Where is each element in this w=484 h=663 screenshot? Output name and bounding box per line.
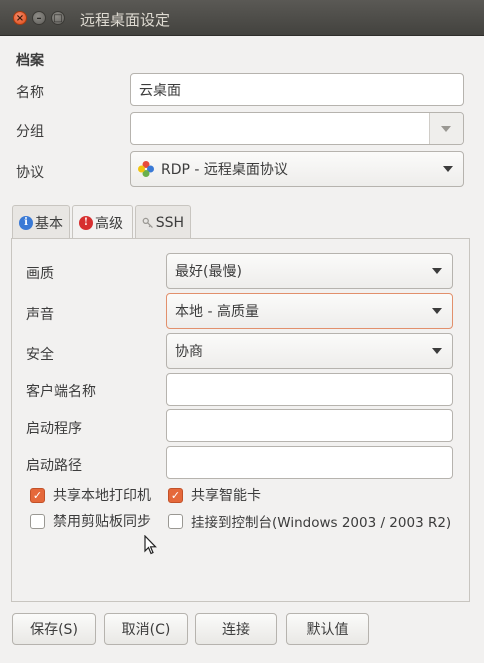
name-label: 名称: [16, 85, 44, 101]
group-combo-entry[interactable]: [130, 112, 464, 145]
checkbox-unchecked-icon: [168, 513, 183, 529]
chevron-down-icon: [443, 166, 453, 172]
maximize-icon[interactable]: □: [51, 11, 65, 25]
sound-select[interactable]: 本地 - 高质量: [166, 293, 453, 329]
client-name-input[interactable]: [166, 373, 453, 406]
disable-clipboard-checkbox[interactable]: 禁用剪贴板同步: [30, 511, 151, 531]
security-value: 协商: [175, 344, 203, 360]
minimize-icon[interactable]: –: [32, 11, 46, 25]
share-printer-label: 共享本地打印机: [53, 488, 151, 504]
quality-select[interactable]: 最好(最慢): [166, 253, 453, 289]
name-input[interactable]: 云桌面: [130, 73, 464, 106]
startup-path-input[interactable]: [166, 446, 453, 479]
close-icon[interactable]: ×: [13, 11, 27, 25]
info-icon: i: [19, 215, 33, 230]
connect-button[interactable]: 连接: [195, 613, 277, 645]
client-name-label: 客户端名称: [26, 384, 96, 400]
group-label: 分组: [16, 124, 44, 140]
chevron-down-icon: [432, 348, 442, 354]
profile-section-title: 档案: [16, 53, 44, 69]
protocol-label: 协议: [16, 165, 44, 181]
default-button[interactable]: 默认值: [286, 613, 369, 645]
chevron-down-icon: [432, 268, 442, 274]
tab-advanced-label: 高级: [95, 216, 123, 232]
share-printer-checkbox[interactable]: ✓ 共享本地打印机: [30, 485, 151, 505]
tab-advanced[interactable]: ! 高级: [72, 205, 133, 240]
checkbox-checked-icon: ✓: [30, 487, 45, 503]
startup-path-label: 启动路径: [26, 458, 82, 474]
sound-value: 本地 - 高质量: [175, 304, 259, 320]
mouse-cursor-icon: [144, 535, 157, 555]
attach-console-checkbox[interactable]: 挂接到控制台(Windows 2003 / 2003 R2): [168, 511, 451, 531]
checkbox-unchecked-icon: [30, 513, 45, 529]
attach-console-label: 挂接到控制台(Windows 2003 / 2003 R2): [191, 515, 452, 531]
share-smartcard-label: 共享智能卡: [191, 488, 261, 504]
quality-value: 最好(最慢): [175, 264, 242, 280]
tab-basic[interactable]: i 基本: [12, 205, 70, 239]
sound-label: 声音: [26, 307, 54, 323]
disable-clipboard-label: 禁用剪贴板同步: [53, 514, 151, 530]
chevron-down-icon: [441, 125, 451, 132]
security-select[interactable]: 协商: [166, 333, 453, 369]
save-button[interactable]: 保存(S): [12, 613, 96, 645]
group-dropdown-button[interactable]: [429, 113, 463, 144]
title-bar: × – □ 远程桌面设定: [0, 0, 484, 36]
checkbox-checked-icon: ✓: [168, 487, 183, 503]
protocol-value: RDP - 远程桌面协议: [161, 162, 288, 178]
rdp-protocol-icon: [138, 161, 154, 177]
protocol-select[interactable]: RDP - 远程桌面协议: [130, 151, 464, 187]
chevron-down-icon: [432, 308, 442, 314]
tab-basic-label: 基本: [35, 215, 63, 232]
tab-ssh[interactable]: SSH: [135, 205, 191, 239]
startup-program-label: 启动程序: [26, 421, 82, 437]
startup-program-input[interactable]: [166, 409, 453, 442]
key-icon: [142, 217, 153, 228]
name-input-value: 云桌面: [139, 82, 181, 99]
cancel-button[interactable]: 取消(C): [104, 613, 188, 645]
tab-ssh-label: SSH: [155, 214, 184, 231]
share-smartcard-checkbox[interactable]: ✓ 共享智能卡: [168, 485, 261, 505]
security-label: 安全: [26, 347, 54, 363]
warning-icon: !: [79, 216, 93, 230]
quality-label: 画质: [26, 266, 54, 282]
window-title: 远程桌面设定: [80, 11, 171, 29]
